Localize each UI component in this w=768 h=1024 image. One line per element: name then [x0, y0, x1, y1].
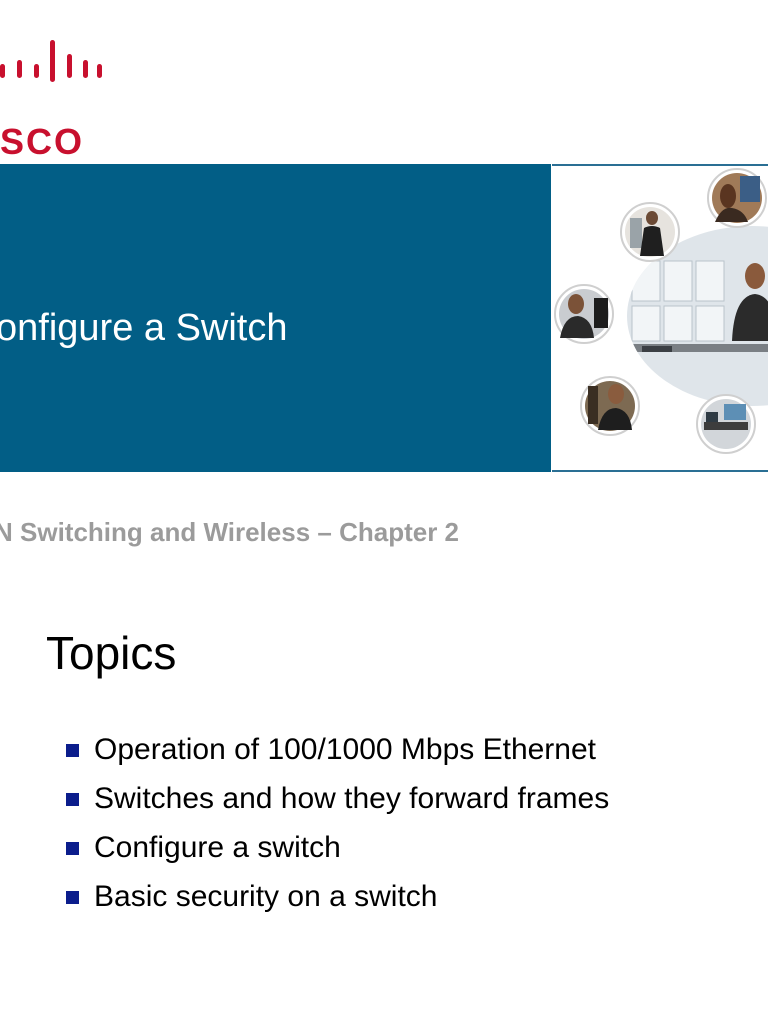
course-subtitle: N Switching and Wireless – Chapter 2: [0, 517, 459, 547]
people-photo-collage-icon: [554, 168, 768, 454]
list-item-text: Operation of 100/1000 Mbps Ethernet: [94, 733, 597, 766]
cisco-logo-text: SCO: [0, 121, 85, 162]
list-item: Configure a switch: [66, 828, 609, 877]
topics-list: Operation of 100/1000 Mbps Ethernet Swit…: [66, 730, 609, 926]
square-bullet-icon: [66, 842, 79, 855]
list-item: Switches and how they forward frames: [66, 779, 609, 828]
square-bullet-icon: [66, 793, 79, 806]
list-item-text: Switches and how they forward frames: [94, 782, 610, 815]
cisco-bars-icon: [0, 40, 102, 82]
square-bullet-icon: [66, 744, 79, 757]
square-bullet-icon: [66, 891, 79, 904]
title-banner: onfigure a Switch: [0, 164, 768, 472]
list-item-text: Basic security on a switch: [94, 880, 438, 913]
list-item: Basic security on a switch: [66, 877, 609, 926]
cisco-logo: SCO: [0, 36, 110, 160]
banner-photo-collage: [552, 164, 768, 472]
list-item-text: Configure a switch: [94, 831, 341, 864]
banner-blue-panel: onfigure a Switch: [0, 164, 551, 472]
slide-title: onfigure a Switch: [0, 307, 288, 349]
topics-heading: Topics: [46, 627, 177, 679]
list-item: Operation of 100/1000 Mbps Ethernet: [66, 730, 609, 779]
